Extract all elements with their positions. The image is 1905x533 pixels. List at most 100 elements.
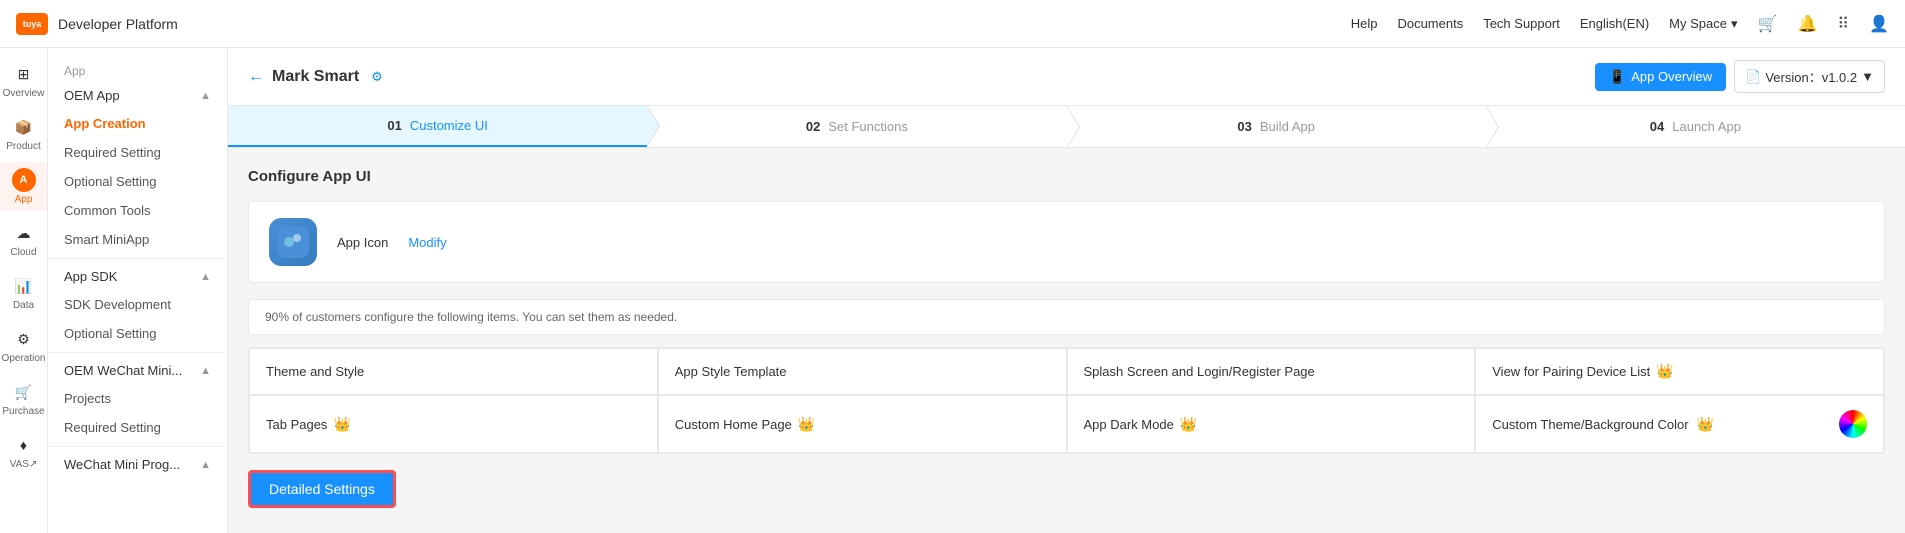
back-button[interactable]: ← — [248, 68, 264, 86]
app-icon-label: App Icon — [337, 235, 388, 250]
step-3-arrow — [1486, 107, 1498, 147]
divider-2 — [48, 352, 227, 353]
sidebar-item-app-creation[interactable]: App Creation — [48, 109, 227, 138]
icon-sidebar: ⊞ Overview 📦 Product A App ☁ Cloud 📊 Dat… — [0, 48, 48, 533]
card-custom-home-page[interactable]: Custom Home Page 👑 — [658, 395, 1067, 453]
product-icon: 📦 — [12, 115, 36, 139]
card-theme-style[interactable]: Theme and Style — [249, 348, 658, 395]
app-label-icon: App — [15, 194, 33, 205]
overview-icon: ⊞ — [12, 62, 36, 86]
crown-icon-dark: 👑 — [1180, 416, 1197, 433]
card-app-dark-mode[interactable]: App Dark Mode 👑 — [1067, 395, 1476, 453]
oem-wechat-collapse-icon[interactable]: ▲ — [200, 365, 211, 377]
sidebar-item-wechat-required[interactable]: Required Setting — [48, 413, 227, 442]
app-overview-button[interactable]: 📱 App Overview — [1595, 63, 1726, 91]
steps-bar: 01 Customize UI 02 Set Functions 03 Buil… — [228, 106, 1905, 148]
cloud-label: Cloud — [10, 247, 36, 258]
apps-grid-icon[interactable]: ⠿ — [1837, 14, 1849, 34]
app-icon: A — [12, 168, 36, 192]
sidebar-icon-purchase[interactable]: 🛒 Purchase — [0, 374, 47, 423]
vas-label: VAS↗ — [10, 459, 38, 470]
card-custom-theme[interactable]: Custom Theme/Background Color 👑 — [1475, 395, 1884, 453]
menu-app-label: App — [48, 60, 227, 82]
step-4-num: 04 — [1650, 119, 1664, 134]
app-name-title: Mark Smart — [272, 68, 359, 86]
app-sdk-collapse-icon[interactable]: ▲ — [200, 271, 211, 283]
step-2-label: Set Functions — [828, 119, 908, 134]
nav-left: tuya Developer Platform — [16, 13, 178, 35]
page-body: Configure App UI App Icon Modify 90% of … — [228, 148, 1905, 528]
oem-app-collapse-icon[interactable]: ▲ — [200, 90, 211, 102]
oem-wechat-section[interactable]: OEM WeChat Mini... ▲ — [48, 357, 227, 384]
detailed-btn-container: Detailed Settings — [248, 470, 1885, 508]
step-3-num: 03 — [1237, 119, 1251, 134]
main-content: ← Mark Smart ⚙ 📱 App Overview 📄 Version：… — [228, 48, 1905, 533]
user-avatar-icon[interactable]: 👤 — [1869, 14, 1889, 34]
my-space-btn[interactable]: My Space ▾ — [1669, 16, 1737, 32]
sidebar-icon-cloud[interactable]: ☁ Cloud — [0, 215, 47, 264]
step-2[interactable]: 02 Set Functions — [647, 106, 1066, 147]
tuya-logo: tuya — [16, 13, 48, 35]
app-icon-row: App Icon Modify — [248, 201, 1885, 283]
help-link[interactable]: Help — [1351, 16, 1378, 31]
sidebar-item-smart-miniapp[interactable]: Smart MiniApp — [48, 225, 227, 254]
sidebar-icon-operation[interactable]: ⚙ Operation — [0, 321, 47, 370]
mobile-icon: 📱 — [1609, 69, 1625, 85]
step-4[interactable]: 04 Launch App — [1486, 106, 1905, 147]
overview-label: Overview — [3, 88, 45, 99]
sidebar-icon-vas[interactable]: ♦ VAS↗ — [0, 427, 47, 476]
step-2-num: 02 — [806, 119, 820, 134]
cart-icon[interactable]: 🛒 — [1758, 14, 1778, 34]
sidebar-item-projects[interactable]: Projects — [48, 384, 227, 413]
content-header: ← Mark Smart ⚙ 📱 App Overview 📄 Version：… — [228, 48, 1905, 106]
detailed-settings-button[interactable]: Detailed Settings — [248, 470, 396, 508]
header-actions: 📱 App Overview 📄 Version：v1.0.2 ▼ — [1595, 60, 1885, 93]
app-sdk-section[interactable]: App SDK ▲ — [48, 263, 227, 290]
step-2-arrow — [1067, 107, 1079, 147]
language-selector[interactable]: English(EN) — [1580, 16, 1649, 31]
app-icon-svg — [277, 226, 309, 258]
wechat-mini-collapse-icon[interactable]: ▲ — [200, 459, 211, 471]
gradient-circle-icon — [1839, 410, 1867, 438]
card-splash-screen[interactable]: Splash Screen and Login/Register Page — [1067, 348, 1476, 395]
page-title: Configure App UI — [248, 168, 1885, 185]
operation-icon: ⚙ — [12, 327, 36, 351]
sidebar-item-sdk-development[interactable]: SDK Development — [48, 290, 227, 319]
platform-title: Developer Platform — [58, 16, 178, 32]
breadcrumb: ← Mark Smart ⚙ — [248, 68, 383, 86]
info-text: 90% of customers configure the following… — [248, 299, 1885, 335]
sidebar-icon-app[interactable]: A App — [0, 162, 47, 211]
version-button[interactable]: 📄 Version：v1.0.2 ▼ — [1734, 60, 1885, 93]
sidebar-icon-product[interactable]: 📦 Product — [0, 109, 47, 158]
version-dropdown-icon: ▼ — [1861, 69, 1874, 84]
sidebar-item-sdk-optional[interactable]: Optional Setting — [48, 319, 227, 348]
card-tab-pages[interactable]: Tab Pages 👑 — [249, 395, 658, 453]
modify-link[interactable]: Modify — [408, 235, 446, 250]
notification-icon[interactable]: 🔔 — [1797, 14, 1817, 34]
step-3-label: Build App — [1260, 119, 1315, 134]
step-3[interactable]: 03 Build App — [1067, 106, 1486, 147]
app-settings-icon[interactable]: ⚙ — [371, 69, 383, 85]
step-4-label: Launch App — [1672, 119, 1741, 134]
sidebar-item-common-tools[interactable]: Common Tools — [48, 196, 227, 225]
sidebar-item-required-setting[interactable]: Required Setting — [48, 138, 227, 167]
step-1-label: Customize UI — [410, 118, 488, 133]
divider-1 — [48, 258, 227, 259]
operation-label: Operation — [2, 353, 46, 364]
card-pairing-device-list[interactable]: View for Pairing Device List 👑 — [1475, 348, 1884, 395]
cloud-icon: ☁ — [12, 221, 36, 245]
documents-link[interactable]: Documents — [1397, 16, 1463, 31]
data-label: Data — [13, 300, 34, 311]
sidebar-icon-data[interactable]: 📊 Data — [0, 268, 47, 317]
card-app-style-template[interactable]: App Style Template — [658, 348, 1067, 395]
tech-support-link[interactable]: Tech Support — [1483, 16, 1560, 31]
sidebar-item-optional-setting[interactable]: Optional Setting — [48, 167, 227, 196]
wechat-mini-section[interactable]: WeChat Mini Prog... ▲ — [48, 451, 227, 478]
data-icon: 📊 — [12, 274, 36, 298]
sidebar-icon-overview[interactable]: ⊞ Overview — [0, 56, 47, 105]
step-1-arrow — [647, 106, 659, 146]
crown-icon-pairing: 👑 — [1656, 363, 1673, 380]
purchase-icon: 🛒 — [12, 380, 36, 404]
step-1[interactable]: 01 Customize UI — [228, 106, 647, 147]
oem-app-section[interactable]: OEM App ▲ — [48, 82, 227, 109]
